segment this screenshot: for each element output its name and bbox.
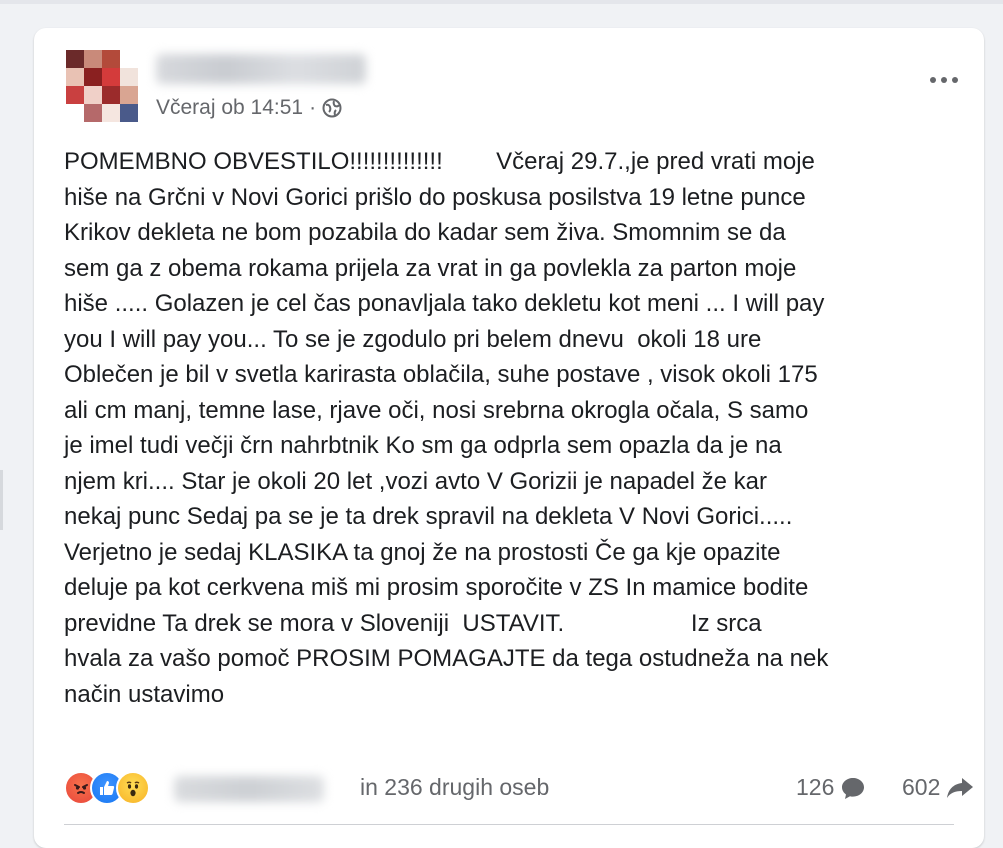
post-text-line: Oblečen je bil v svetla karirasta oblači… (64, 361, 818, 388)
post-text-line: način ustavimo (64, 680, 225, 708)
post-text-line: Krikov dekleta ne bom pozabila do kadar … (64, 219, 786, 246)
post-text-line: nekaj punc Sedaj pa se je ta drek spravi… (64, 503, 793, 530)
post-text-line: sem ga z obema rokama prijela za vrat in… (64, 254, 797, 282)
post-text-line: je imel tudi večji črn nahrbtnik Ko sm g… (64, 432, 782, 459)
share-icon (947, 777, 974, 798)
post-timestamp[interactable]: Včeraj ob 14:51 (156, 96, 303, 120)
author-name-redacted[interactable] (156, 54, 366, 84)
globe-icon[interactable] (322, 98, 342, 118)
shares-count: 602 (902, 774, 941, 800)
reaction-icons[interactable] (64, 768, 150, 808)
post-text-line: njem kri.... Star je okoli 20 let ,vozi … (64, 467, 767, 495)
wow-reaction-icon (116, 771, 150, 805)
footer-divider (64, 824, 954, 825)
post-text-line: hvala za vašo pomoč PROSIM POMAGAJTE da … (64, 645, 829, 672)
post-text: POMEMBNO OBVESTILO!!!!!!!!!!!!!! Včeraj … (64, 144, 964, 712)
top-strip (0, 0, 1003, 4)
post-header: Včeraj ob 14:51 · (66, 50, 946, 122)
post-text-line: hiše ..... Golazen je cel čas ponavljala… (64, 290, 825, 317)
post-text-line: hiše na Grčni v Novi Gorici prišlo do po… (64, 183, 806, 211)
post-card: Včeraj ob 14:51 · POMEMBNO OBVESTILO!!!!… (34, 28, 984, 848)
post-text-line: deluje pa kot cerkvena miš mi prosim spo… (64, 574, 809, 601)
post-meta: Včeraj ob 14:51 · (156, 96, 342, 120)
reactor-name-redacted[interactable] (174, 776, 324, 802)
comments-count: 126 (796, 774, 835, 800)
post-footer: in 236 drugih oseb 126 602 (64, 768, 974, 812)
shares-count-button[interactable]: 602 (902, 774, 974, 801)
comments-count-button[interactable]: 126 (796, 774, 866, 801)
post-text-line: ali cm manj, temne lase, rjave oči, nosi… (64, 396, 809, 424)
comment-icon (842, 777, 865, 799)
post-text-line: Verjetno je sedaj KLASIKA ta gnoj že na … (64, 538, 781, 566)
adjacent-panel-edge (0, 470, 3, 530)
post-text-line: previdne Ta drek se mora v Sloveniji UST… (64, 609, 762, 637)
reaction-summary[interactable]: in 236 drugih oseb (360, 774, 549, 801)
post-text-line: you I will pay you... To se je zgodulo p… (64, 325, 762, 353)
more-options-icon[interactable] (924, 68, 964, 92)
meta-separator: · (309, 96, 317, 119)
author-avatar[interactable] (66, 50, 138, 122)
post-text-line: POMEMBNO OBVESTILO!!!!!!!!!!!!!! Včeraj … (64, 148, 815, 175)
